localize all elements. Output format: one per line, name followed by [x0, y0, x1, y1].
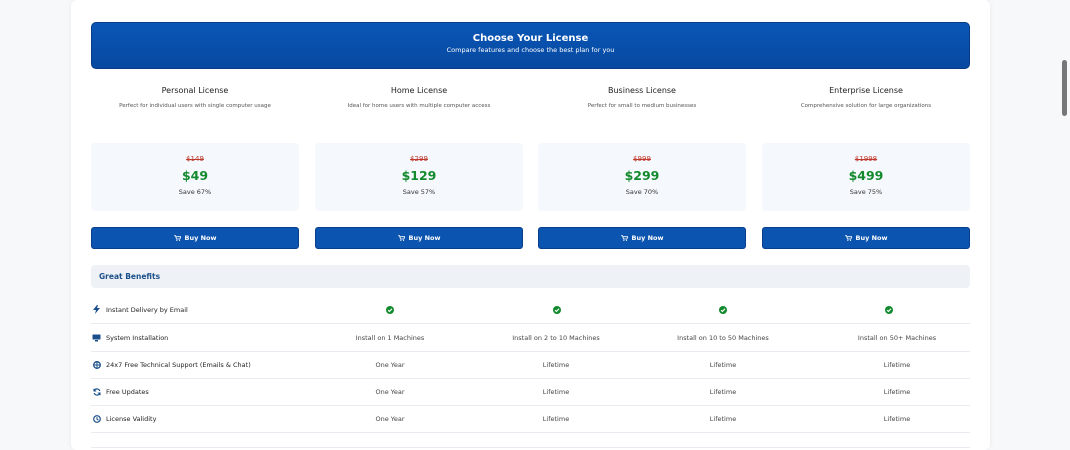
- buy-now-button-enterprise[interactable]: Buy Now: [762, 227, 970, 249]
- cart-icon: [397, 235, 405, 241]
- benefits-heading: Great Benefits: [99, 272, 161, 281]
- buy-now-button-business[interactable]: Buy Now: [538, 227, 746, 249]
- save-label: Save 67%: [178, 188, 212, 196]
- cart-icon: [620, 235, 628, 241]
- buy-now-label: Buy Now: [184, 234, 217, 242]
- benefits-heading-bar: Great Benefits: [91, 265, 970, 288]
- benefit-value: Install on 1 Machines: [355, 334, 425, 342]
- plan-description-business: Perfect for small to medium businesses: [587, 103, 697, 109]
- benefit-value: One Year: [375, 415, 405, 423]
- benefit-value: Lifetime: [542, 361, 570, 369]
- plan-name-home: Home License: [390, 86, 448, 95]
- check-icon: [386, 306, 394, 314]
- benefit-value: Lifetime: [883, 388, 911, 396]
- cart-icon: [844, 235, 852, 241]
- save-label: Save 57%: [402, 188, 436, 196]
- plan-description-home: Ideal for home users with multiple compu…: [347, 103, 491, 109]
- benefit-row-updates: Free Updates One Year Lifetime Lifetime …: [91, 379, 970, 406]
- old-price: $299: [410, 155, 428, 163]
- check-icon: [553, 306, 561, 314]
- price-box-personal: $149 $49 Save 67%: [91, 143, 299, 211]
- benefit-value: Lifetime: [883, 415, 911, 423]
- benefit-value: Lifetime: [542, 415, 570, 423]
- benefit-row-validity: License Validity One Year Lifetime Lifet…: [91, 406, 970, 433]
- current-price: $129: [401, 168, 437, 183]
- buy-now-label: Buy Now: [408, 234, 441, 242]
- price-box-home: $299 $129 Save 57%: [315, 143, 523, 211]
- page-subtitle: Compare features and choose the best pla…: [446, 46, 615, 54]
- benefit-value: Install on 2 to 10 Machines: [512, 334, 600, 342]
- cart-icon: [173, 235, 181, 241]
- benefit-value: Install on 50+ Machines: [857, 334, 937, 342]
- support-icon: [92, 360, 101, 369]
- header-banner: Choose Your License Compare features and…: [91, 22, 970, 69]
- benefit-label: System Installation: [106, 334, 169, 342]
- bolt-icon: [92, 305, 101, 314]
- save-label: Save 75%: [849, 188, 883, 196]
- benefit-row-installation: System Installation Install on 1 Machine…: [91, 325, 970, 352]
- page-title: Choose Your License: [472, 33, 589, 44]
- benefit-row-support: 24x7 Free Technical Support (Emails & Ch…: [91, 352, 970, 379]
- benefit-label: Instant Delivery by Email: [106, 306, 188, 314]
- plan-name-personal: Personal License: [161, 86, 229, 95]
- clock-icon: [92, 414, 101, 423]
- check-icon: [719, 306, 727, 314]
- buy-now-label: Buy Now: [631, 234, 664, 242]
- plan-description-personal: Perfect for individual users with single…: [119, 103, 271, 109]
- benefit-value: Lifetime: [709, 361, 737, 369]
- buy-now-button-personal[interactable]: Buy Now: [91, 227, 299, 249]
- old-price: $1998: [854, 155, 878, 163]
- benefit-value: One Year: [375, 388, 405, 396]
- old-price: $999: [633, 155, 651, 163]
- benefit-label: 24x7 Free Technical Support (Emails & Ch…: [106, 361, 251, 369]
- benefit-value: Lifetime: [883, 361, 911, 369]
- benefit-value: Lifetime: [542, 388, 570, 396]
- current-price: $49: [181, 168, 209, 183]
- price-box-enterprise: $1998 $499 Save 75%: [762, 143, 970, 211]
- benefit-label: Free Updates: [106, 388, 149, 396]
- plan-description-enterprise: Comprehensive solution for large organiz…: [800, 103, 932, 109]
- buy-now-button-home[interactable]: Buy Now: [315, 227, 523, 249]
- benefit-label: License Validity: [106, 415, 157, 423]
- save-label: Save 70%: [625, 188, 659, 196]
- buy-now-label: Buy Now: [855, 234, 888, 242]
- monitor-icon: [92, 333, 101, 342]
- divider: [91, 447, 970, 448]
- benefit-row-delivery: Instant Delivery by Email: [91, 297, 970, 324]
- benefit-value: Install on 10 to 50 Machines: [677, 334, 769, 342]
- refresh-icon: [92, 387, 101, 396]
- license-card: Choose Your License Compare features and…: [71, 0, 990, 450]
- benefit-value: One Year: [375, 361, 405, 369]
- current-price: $499: [848, 168, 884, 183]
- check-icon: [885, 306, 893, 314]
- benefit-value: Lifetime: [709, 388, 737, 396]
- current-price: $299: [624, 168, 660, 183]
- plan-name-enterprise: Enterprise License: [829, 86, 903, 95]
- benefit-value: Lifetime: [709, 415, 737, 423]
- plan-name-business: Business License: [608, 86, 676, 95]
- scrollbar-thumb[interactable]: [1062, 60, 1067, 116]
- old-price: $149: [186, 155, 204, 163]
- price-box-business: $999 $299 Save 70%: [538, 143, 746, 211]
